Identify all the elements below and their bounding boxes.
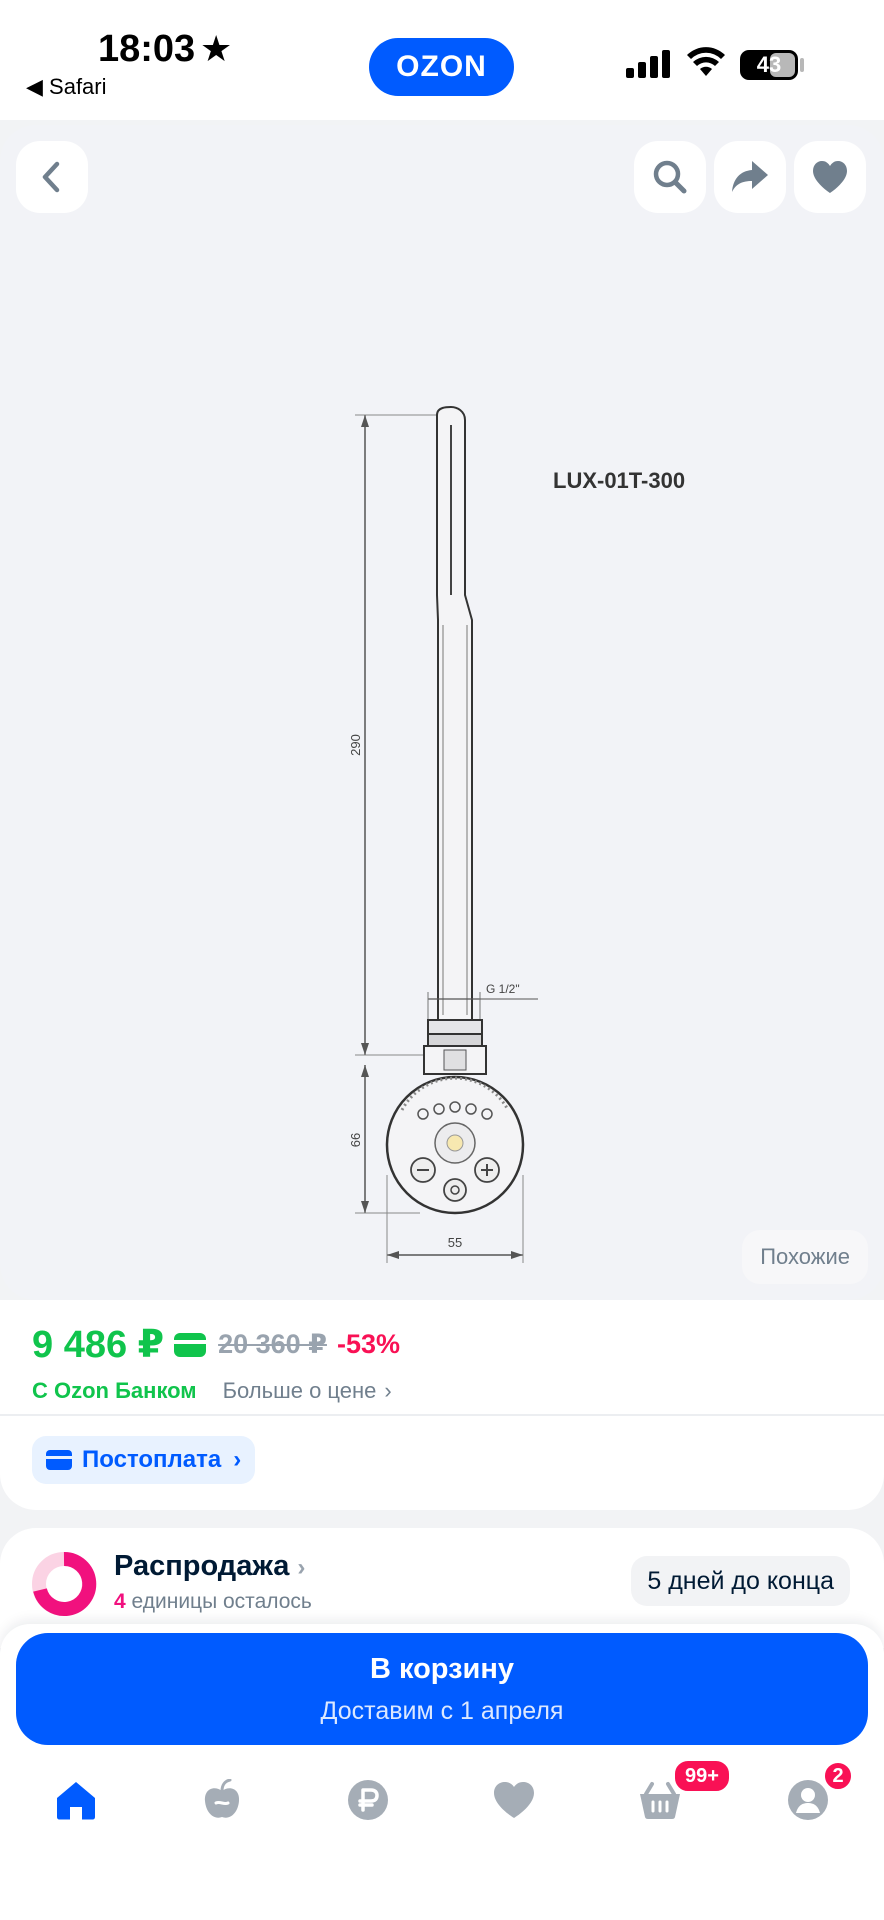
current-price: 9 486 ₽ (32, 1324, 165, 1366)
price-block: 9 486 ₽ 20 360 ₽ -53% С Ozon Банком Боль… (0, 1300, 884, 1510)
chevron-right-icon: › (297, 1554, 306, 1581)
dimension-55-label: 55 (448, 1235, 462, 1250)
favorites-icon (494, 1782, 534, 1818)
dimension-290-label: 290 (348, 734, 363, 756)
delivery-date-label: Доставим с 1 апреля (320, 1697, 564, 1725)
tab-bar (0, 1760, 884, 1840)
postpay-button[interactable]: Постоплата › (32, 1436, 256, 1484)
thread-dimension-label: G 1/2" (486, 982, 520, 996)
ozon-logo: OZON (369, 38, 514, 96)
dimension-66-label: 66 (348, 1133, 363, 1147)
finance-icon (348, 1780, 388, 1820)
battery-icon: 43 (740, 50, 798, 80)
fresh-icon (204, 1779, 240, 1818)
ozon-bank-label: С Ozon Банком (32, 1378, 197, 1403)
share-icon (732, 161, 768, 192)
search-button[interactable] (634, 141, 706, 213)
favorite-button[interactable] (794, 141, 866, 213)
wifi-icon (687, 47, 725, 76)
status-bar: 18:03 ★ ◀ Safari OZON 43 (0, 0, 884, 120)
more-about-price-link[interactable]: Больше о цене (223, 1378, 377, 1404)
card-icon (174, 1332, 207, 1357)
chevron-right-icon: › (233, 1446, 242, 1473)
battery-tip (800, 58, 804, 72)
profile-icon (788, 1780, 828, 1820)
product-technical-drawing: 290 LUX-01T-300 G 1/2" 66 55 (348, 405, 685, 1263)
divider (0, 1414, 884, 1416)
sale-remaining-label: единицы осталось (125, 1590, 312, 1613)
cart-count-badge: 99+ (672, 1758, 732, 1794)
sale-title[interactable]: Распродажа › (114, 1550, 305, 1583)
home-icon (57, 1782, 95, 1820)
status-time: 18:03 (98, 28, 196, 70)
sale-timer-icon (32, 1551, 97, 1616)
discount-badge: -53% (336, 1329, 400, 1359)
price-row: 9 486 ₽ 20 360 ₽ -53% (32, 1322, 400, 1367)
heart-icon (813, 161, 847, 193)
profile-notification-badge: 2 (822, 1760, 854, 1792)
product-gallery[interactable]: 290 LUX-01T-300 G 1/2" 66 55 Похожие (0, 125, 884, 1300)
similar-products-button[interactable]: Похожие (742, 1230, 868, 1284)
back-to-safari-link[interactable]: ◀ Safari (26, 74, 107, 100)
model-label: LUX-01T-300 (553, 468, 685, 493)
share-button[interactable] (714, 141, 786, 213)
search-icon (653, 160, 687, 194)
battery-level: 43 (756, 52, 782, 77)
star-icon: ★ (200, 28, 233, 69)
bank-row: С Ozon Банком Больше о цене › (32, 1378, 392, 1404)
tab-finance[interactable] (332, 1760, 404, 1840)
postpay-label: Постоплата (82, 1446, 222, 1473)
tab-home[interactable] (40, 1760, 112, 1840)
cellular-signal-icon (626, 50, 670, 78)
back-button[interactable] (16, 141, 88, 213)
sale-remaining-count: 4 (114, 1590, 126, 1613)
chevron-right-icon: › (384, 1378, 392, 1403)
old-price: 20 360 ₽ (218, 1329, 327, 1359)
add-to-cart-title: В корзину (369, 1653, 515, 1685)
add-to-cart-button[interactable]: В корзину Доставим с 1 апреля (16, 1633, 868, 1745)
sale-remaining: 4 единицы осталось (114, 1590, 312, 1614)
days-left-badge: 5 дней до конца (631, 1556, 850, 1606)
tab-favorites[interactable] (478, 1760, 550, 1840)
tab-fresh[interactable] (186, 1760, 258, 1840)
back-arrow-icon (42, 161, 60, 193)
sale-title-text: Распродажа (114, 1550, 290, 1582)
wallet-icon (46, 1450, 72, 1470)
